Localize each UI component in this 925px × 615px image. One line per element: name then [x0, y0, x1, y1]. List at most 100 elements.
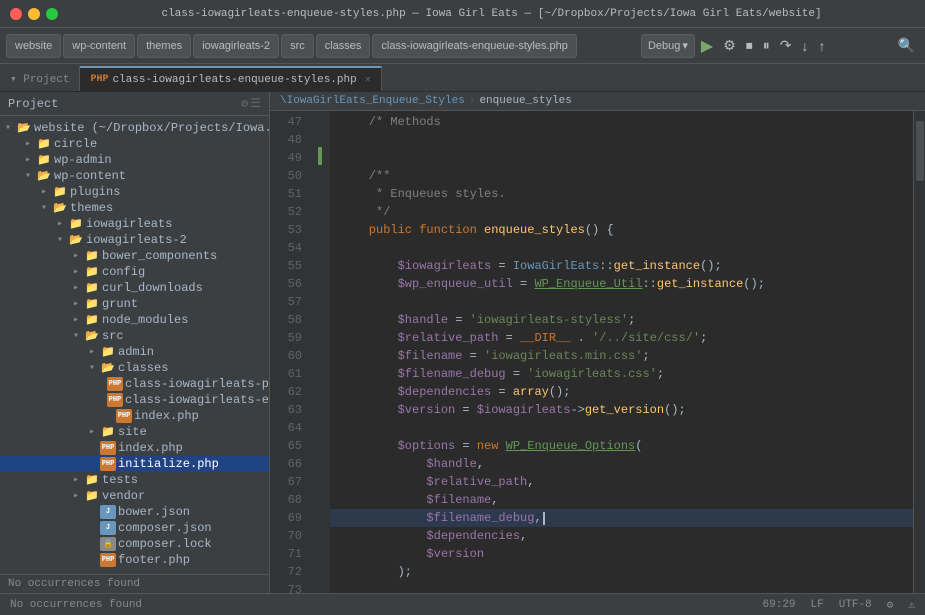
label-plugins: plugins: [70, 185, 120, 199]
close-button[interactable]: [10, 8, 22, 20]
tree-item-node-modules[interactable]: node_modules: [0, 312, 269, 328]
arrow-website: [0, 122, 16, 134]
arrow-node-modules: [68, 314, 84, 326]
status-encoding[interactable]: UTF-8: [839, 599, 872, 611]
tree-item-admin[interactable]: admin: [0, 344, 269, 360]
label-node-modules: node_modules: [102, 313, 188, 327]
tree-item-bower-json[interactable]: J bower.json: [0, 504, 269, 520]
status-line-ending[interactable]: LF: [811, 599, 824, 611]
code-content[interactable]: /* Methods /** * Enqueues styles. */ pub…: [330, 111, 913, 593]
label-vendor: vendor: [102, 489, 145, 503]
label-themes: themes: [70, 201, 113, 215]
status-right: 69:29 LF UTF-8 ⚙ ⚠: [763, 598, 915, 612]
tree-item-src[interactable]: src: [0, 328, 269, 344]
tree-item-classes[interactable]: classes: [0, 360, 269, 376]
tree-item-themes[interactable]: themes: [0, 200, 269, 216]
tree-item-website[interactable]: website (~/Dropbox/Projects/Iowa...: [0, 120, 269, 136]
scroll-indicator: [916, 121, 924, 181]
step-into-button[interactable]: ↓: [798, 34, 813, 58]
maximize-button[interactable]: [46, 8, 58, 20]
code-line-51: * Enqueues styles.: [330, 185, 913, 203]
label-class-p: class-iowagirleats-p: [125, 377, 269, 391]
tree-item-curl-downloads[interactable]: curl_downloads: [0, 280, 269, 296]
code-line-55: $iowagirleats = IowaGirlEats::get_instan…: [330, 257, 913, 275]
tree-item-circle[interactable]: circle: [0, 136, 269, 152]
folder-icon-iowagirleats-2: [68, 233, 84, 247]
editor: \IowaGirlEats_Enqueue_Styles › enqueue_s…: [270, 92, 925, 593]
tree-item-tests[interactable]: tests: [0, 472, 269, 488]
label-index-classes: index.php: [134, 409, 199, 423]
right-gutter[interactable]: [913, 111, 925, 593]
code-line-64: [330, 419, 913, 437]
tree-item-wp-admin[interactable]: wp-admin: [0, 152, 269, 168]
sidebar: Project ⚙ ☰ website (~/Dropbox/Projects/…: [0, 92, 270, 593]
search-button[interactable]: 🔍: [894, 34, 919, 58]
src-btn[interactable]: src: [281, 34, 314, 58]
tree-item-iowagirleats-2[interactable]: iowagirleats-2: [0, 232, 269, 248]
tree-item-footer[interactable]: PHP footer.php: [0, 552, 269, 568]
status-settings-icon[interactable]: ⚙: [887, 598, 894, 612]
label-src: src: [102, 329, 124, 343]
tree-item-grunt[interactable]: grunt: [0, 296, 269, 312]
pause-button[interactable]: ⏸: [759, 34, 774, 58]
step-over-button[interactable]: ↷: [776, 34, 796, 58]
tree-item-site[interactable]: site: [0, 424, 269, 440]
tree-item-bower-components[interactable]: bower_components: [0, 248, 269, 264]
iowagirleats2-btn[interactable]: iowagirleats-2: [193, 34, 279, 58]
label-tests: tests: [102, 473, 138, 487]
themes-btn[interactable]: themes: [137, 34, 191, 58]
arrow-iowagirleats: [52, 218, 68, 230]
arrow-bower-components: [68, 250, 84, 262]
settings-icon[interactable]: ⚙: [241, 96, 248, 111]
label-class-e: class-iowagirleats-e: [125, 393, 269, 407]
debug-button[interactable]: Debug ▾: [641, 34, 695, 58]
tree-item-composer-json[interactable]: J composer.json: [0, 520, 269, 536]
code-area[interactable]: 47 48 49 50 51 52 53 54 55 56 57 58 59 6…: [270, 111, 925, 593]
tree-item-index-classes[interactable]: PHP index.php: [0, 408, 269, 424]
line-numbers: 47 48 49 50 51 52 53 54 55 56 57 58 59 6…: [270, 111, 310, 593]
stop-button[interactable]: ⏹: [742, 34, 757, 58]
arrow-config: [68, 266, 84, 278]
code-line-62: $dependencies = array();: [330, 383, 913, 401]
step-out-button[interactable]: ↑: [815, 34, 830, 58]
tab-close-icon[interactable]: ✕: [365, 74, 371, 86]
code-line-73: [330, 581, 913, 593]
code-line-71: $version: [330, 545, 913, 563]
label-circle: circle: [54, 137, 97, 151]
bc-namespace: \IowaGirlEats_Enqueue_Styles: [280, 95, 465, 107]
tree-item-iowagirleats[interactable]: iowagirleats: [0, 216, 269, 232]
collapse-icon[interactable]: ☰: [250, 96, 261, 111]
minimize-button[interactable]: [28, 8, 40, 20]
project-tab[interactable]: ▾ Project: [0, 66, 80, 91]
label-footer: footer.php: [118, 553, 190, 567]
status-text: No occurrences found: [8, 578, 140, 590]
build-button[interactable]: ⚙: [719, 34, 740, 58]
tree-item-class-e[interactable]: PHP class-iowagirleats-e: [0, 392, 269, 408]
tree-item-composer-lock[interactable]: 🔒 composer.lock: [0, 536, 269, 552]
tree-item-config[interactable]: config: [0, 264, 269, 280]
wp-content-btn[interactable]: wp-content: [63, 34, 135, 58]
php-icon-class-p: PHP: [107, 377, 123, 391]
code-line-63: $version = $iowagirleats->get_version();: [330, 401, 913, 419]
tree-item-wp-content[interactable]: wp-content: [0, 168, 269, 184]
file-btn[interactable]: class-iowagirleats-enqueue-styles.php: [372, 34, 576, 58]
main-content: Project ⚙ ☰ website (~/Dropbox/Projects/…: [0, 92, 925, 593]
tree-item-plugins[interactable]: plugins: [0, 184, 269, 200]
tree-item-class-p[interactable]: PHP class-iowagirleats-p: [0, 376, 269, 392]
folder-icon-wp-content: [36, 169, 52, 183]
toolbar: website wp-content themes iowagirleats-2…: [0, 28, 925, 64]
tree-item-initialize[interactable]: PHP initialize.php: [0, 456, 269, 472]
file-tab[interactable]: PHP class-iowagirleats-enqueue-styles.ph…: [80, 66, 381, 91]
code-line-47: /* Methods: [330, 113, 913, 131]
php-icon-index-classes: PHP: [116, 409, 132, 423]
tree-item-index-src[interactable]: PHP index.php: [0, 440, 269, 456]
tree-item-vendor[interactable]: vendor: [0, 488, 269, 504]
website-btn[interactable]: website: [6, 34, 61, 58]
arrow-curl-downloads: [68, 282, 84, 294]
status-warning-icon: ⚠: [908, 598, 915, 612]
classes-btn[interactable]: classes: [316, 34, 371, 58]
run-button[interactable]: ▶: [697, 34, 717, 58]
folder-icon-node-modules: [84, 313, 100, 327]
php-icon-initialize: PHP: [100, 457, 116, 471]
status-position[interactable]: 69:29: [763, 599, 796, 611]
